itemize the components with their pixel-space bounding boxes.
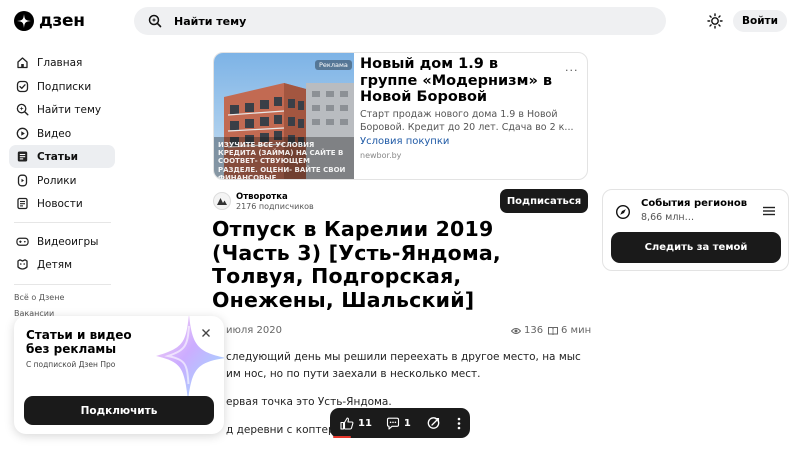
book-icon [548,326,558,335]
topic-widget: События регионов 8,66 млн… Следить за те… [602,189,789,271]
kids-icon [16,258,29,271]
compass-icon [615,204,631,220]
channel-logo-icon [216,195,228,207]
channel-subscribers: 2176 подписчиков [236,202,314,211]
ad-description: Старт продаж нового дома 1.9 в Новой Бор… [360,109,574,133]
article-views: 136 [511,325,543,336]
thumbs-up-icon [340,416,354,430]
sidebar-item-subscriptions[interactable]: Подписки [9,75,115,98]
reading-progress-indicator [333,436,351,438]
sidebar-item-articles[interactable]: Статьи [9,145,115,168]
login-button[interactable]: Войти [733,10,787,32]
sidebar-divider [14,284,111,285]
pro-subscription-promo: Статьи и видео без рекламы С подпиской Д… [14,316,224,434]
share-button[interactable] [427,416,441,430]
articles-icon [16,150,29,163]
logo-text: дзен [39,11,85,31]
promo-title: Статьи и видео без рекламы [26,328,132,356]
topic-name[interactable]: События регионов [641,198,747,209]
comment-icon [386,417,400,430]
topic-count: 8,66 млн… [641,212,695,223]
connect-pro-button[interactable]: Подключить [24,396,214,425]
like-button[interactable]: 11 [340,416,372,430]
sidebar-item-find-topic[interactable]: Найти тему [9,98,115,121]
sun-icon [707,13,723,29]
comments-button[interactable]: 1 [386,417,411,430]
dzen-logo[interactable]: дзен [14,11,85,31]
more-vertical-icon [457,417,461,430]
comments-count: 1 [403,417,411,429]
home-icon [16,56,29,69]
sidebar-item-label: Главная [37,56,83,69]
sidebar-item-video[interactable]: Видео [9,122,115,145]
sidebar-item-label: Видео [37,127,72,140]
find-topic-icon [16,103,29,116]
article-paragraph: им нос, но по пути заехали в несколько м… [226,368,481,380]
about-dzen-link[interactable]: Всё о Дзене [14,293,64,302]
read-time-value: 6 мин [561,325,592,336]
news-icon [16,197,29,210]
search-bar[interactable] [134,7,666,35]
sidebar-item-label: Ролики [37,174,77,187]
sidebar-item-label: Новости [37,197,83,210]
video-icon [16,127,29,140]
channel-avatar[interactable] [213,192,231,210]
eye-icon [511,327,521,335]
dzen-logo-icon [14,11,34,31]
topic-menu-button[interactable] [762,206,776,216]
close-icon [200,327,212,339]
hamburger-icon [762,206,776,216]
article-paragraph: д деревни с коптер [226,424,335,436]
promo-subtitle: С подпиской Дзен Про [26,360,116,369]
sidebar-item-shorts[interactable]: Ролики [9,169,115,192]
ad-cta-link[interactable]: Условия покупки [360,136,449,147]
sidebar-item-label: Видеоигры [37,235,99,248]
likes-count: 11 [358,417,372,429]
theme-toggle-button[interactable] [704,11,726,31]
channel-name[interactable]: Отворотка [236,192,288,202]
ad-badge: Реклама [315,60,352,70]
article-title: Отпуск в Карелии 2019 (Часть 3) [Усть-Ян… [212,217,501,312]
ad-title[interactable]: Новый дом 1.9 в группе «Модернизм» в Нов… [360,56,560,106]
sidebar-item-home[interactable]: Главная [9,51,115,74]
article-action-bar: 11 1 [330,408,470,438]
subscriptions-icon [16,80,29,93]
sidebar-item-news[interactable]: Новости [9,192,115,215]
sidebar-item-kids[interactable]: Детям [9,253,115,276]
views-count: 136 [524,325,544,336]
follow-topic-button[interactable]: Следить за темой [611,232,781,263]
promo-close-button[interactable] [200,327,212,339]
article-read-time: 6 мин [548,325,591,336]
more-options-button[interactable] [457,417,461,430]
sidebar-item-label: Найти тему [37,103,102,116]
sidebar-item-videogames[interactable]: Видеоигры [9,230,115,253]
share-icon [427,416,441,430]
search-icon [148,14,162,28]
sidebar-item-label: Статьи [37,150,78,163]
search-input[interactable] [174,14,594,28]
sidebar-item-label: Подписки [37,80,92,93]
ad-more-button[interactable]: ... [565,61,579,74]
gamepad-icon [16,235,29,248]
article-date: июля 2020 [226,325,282,336]
sidebar-item-label: Детям [37,258,73,271]
shorts-icon [16,174,29,187]
ad-card[interactable]: Реклама ИЗУЧИТЕ ВСЕ УСЛОВИЯ КРЕДИТА (ЗАЙ… [213,52,588,180]
ad-domain: newbor.by [360,151,402,160]
sidebar-divider [14,222,111,223]
subscribe-button[interactable]: Подписаться [500,189,588,213]
article-paragraph: следующий день мы решили переехать в дру… [226,351,581,363]
ad-disclaimer-overlay: ИЗУЧИТЕ ВСЕ УСЛОВИЯ КРЕДИТА (ЗАЙМА) НА С… [218,141,346,180]
